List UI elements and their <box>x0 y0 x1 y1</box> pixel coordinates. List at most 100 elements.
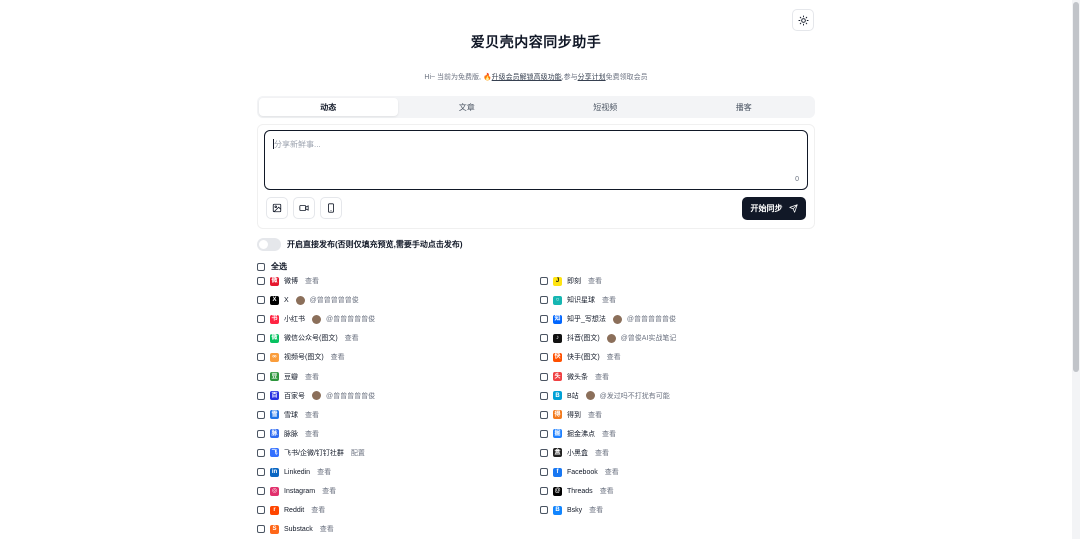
direct-publish-label: 开启直接发布(否则仅填充预览,需要手动点击发布) <box>287 240 463 249</box>
platform-action-link[interactable]: 查看 <box>602 429 616 439</box>
platform-row[interactable]: 掘掘金沸点 查看 <box>540 428 616 440</box>
platform-row[interactable]: 知知乎_写想法 @曾曾曾曾曾俊 <box>540 313 676 325</box>
douban-icon: 豆 <box>270 372 279 381</box>
platform-row[interactable]: S Substack 查看 <box>257 523 334 535</box>
avatar <box>606 333 616 343</box>
platform-checkbox[interactable] <box>257 296 265 305</box>
platform-row[interactable]: ◎ Instagram 查看 <box>257 485 336 497</box>
platform-action-link[interactable]: 查看 <box>331 352 345 362</box>
add-video-button[interactable] <box>293 197 315 219</box>
platform-checkbox[interactable] <box>257 468 265 476</box>
platform-name: 微博 <box>284 278 298 285</box>
platform-checkbox[interactable] <box>540 391 548 400</box>
platform-row[interactable]: 微微博 查看 <box>257 275 319 287</box>
platform-row[interactable]: 得得到 查看 <box>540 409 602 421</box>
char-count: 0 <box>795 176 799 183</box>
platform-action-link[interactable]: 查看 <box>607 352 621 362</box>
tab-short-video[interactable]: 短视频 <box>536 98 675 116</box>
platform-action-link[interactable]: 查看 <box>305 276 319 286</box>
platform-checkbox[interactable] <box>257 315 265 324</box>
platform-action-link[interactable]: 查看 <box>595 372 609 382</box>
platform-action-link[interactable]: 配置 <box>351 448 365 458</box>
platform-checkbox[interactable] <box>540 468 548 476</box>
platform-action-link[interactable]: 查看 <box>311 505 325 515</box>
platform-row[interactable]: f Facebook 查看 <box>540 466 619 478</box>
zsxq-icon: ○ <box>553 295 562 305</box>
platform-action-link[interactable]: 查看 <box>605 467 619 477</box>
platform-action-link[interactable]: 查看 <box>588 276 602 286</box>
platform-checkbox[interactable] <box>540 410 548 419</box>
platform-action-link[interactable]: 查看 <box>345 333 359 343</box>
platform-checkbox[interactable] <box>540 372 548 381</box>
tab-dynamic[interactable]: 动态 <box>259 98 398 116</box>
platform-checkbox[interactable] <box>540 429 548 438</box>
platform-row[interactable]: in Linkedin 查看 <box>257 466 331 478</box>
start-sync-button[interactable]: 开始同步 <box>742 197 806 220</box>
platform-checkbox[interactable] <box>257 525 265 534</box>
platform-action-link[interactable]: 查看 <box>588 410 602 420</box>
platform-action-link[interactable]: 查看 <box>305 410 319 420</box>
platform-action-link[interactable]: 查看 <box>322 486 336 496</box>
tab-article[interactable]: 文章 <box>398 98 537 116</box>
platform-checkbox[interactable] <box>257 391 265 400</box>
platform-checkbox[interactable] <box>257 353 265 362</box>
platform-row[interactable]: 飞飞书/企微/钉钉社群 配置 <box>257 447 365 459</box>
share-plan-link[interactable]: 分享计划 <box>578 74 606 81</box>
platform-row[interactable]: X X @曾曾曾曾曾俊 <box>257 294 359 306</box>
platform-action-link[interactable]: 查看 <box>589 505 603 515</box>
platform-row[interactable]: B Bsky 查看 <box>540 504 603 516</box>
platform-row[interactable]: 百百家号 @曾曾曾曾曾俊 <box>257 390 375 402</box>
platform-checkbox[interactable] <box>257 487 265 496</box>
upgrade-link[interactable]: 升级会员解锁高级功能 <box>492 74 562 81</box>
platform-row[interactable]: 脉脉脉 查看 <box>257 428 319 440</box>
platform-row[interactable]: @ Threads 查看 <box>540 485 614 497</box>
platform-row[interactable]: J 即刻 查看 <box>540 275 602 287</box>
platform-checkbox[interactable] <box>540 296 548 305</box>
platform-checkbox[interactable] <box>540 334 548 343</box>
platform-checkbox[interactable] <box>257 429 265 438</box>
platform-checkbox[interactable] <box>257 277 265 285</box>
platform-row[interactable]: 微微信公众号(图文) 查看 <box>257 332 359 344</box>
platform-row[interactable]: 书小红书 @曾曾曾曾曾俊 <box>257 313 375 325</box>
platform-action-link[interactable]: 查看 <box>305 429 319 439</box>
platform-checkbox[interactable] <box>257 372 265 381</box>
platform-checkbox[interactable] <box>257 410 265 419</box>
select-all-checkbox[interactable] <box>257 262 265 271</box>
platform-row[interactable]: ♪ 抖音(图文) @曾俊AI实战笔记 <box>540 332 676 344</box>
platform-row[interactable]: ∞ 视频号(图文) 查看 <box>257 351 345 363</box>
platform-action-link[interactable]: 查看 <box>595 448 609 458</box>
platform-action-link[interactable]: 查看 <box>317 467 331 477</box>
scrollbar[interactable] <box>1072 0 1080 539</box>
post-textarea[interactable]: 分享新鲜事... 0 <box>264 130 808 190</box>
platform-checkbox[interactable] <box>540 448 548 457</box>
direct-publish-toggle[interactable] <box>257 238 281 251</box>
platform-action-link[interactable]: 查看 <box>600 486 614 496</box>
platform-checkbox[interactable] <box>257 506 265 515</box>
platform-checkbox[interactable] <box>540 506 548 515</box>
platform-row[interactable]: 快快手(图文) 查看 <box>540 351 621 363</box>
select-all-row: 全选 <box>257 261 287 272</box>
platform-row[interactable]: ○ 知识星球 查看 <box>540 294 616 306</box>
platform-action-link[interactable]: 查看 <box>602 295 616 305</box>
tab-podcast[interactable]: 播客 <box>675 98 814 116</box>
platform-checkbox[interactable] <box>257 448 265 457</box>
theme-toggle-button[interactable] <box>792 9 814 31</box>
platform-checkbox[interactable] <box>540 277 548 285</box>
platform-name: Bsky <box>567 506 583 514</box>
platform-row[interactable]: B B站 @发过吗不打扰有可能 <box>540 390 670 402</box>
platform-row[interactable]: 豆豆瓣 查看 <box>257 371 319 383</box>
platform-checkbox[interactable] <box>540 315 548 324</box>
platform-checkbox[interactable] <box>257 334 265 343</box>
add-image-button[interactable] <box>266 197 288 219</box>
platform-checkbox[interactable] <box>540 487 548 496</box>
platform-row[interactable]: r Reddit 查看 <box>257 504 325 516</box>
platform-action-link[interactable]: 查看 <box>305 372 319 382</box>
notice-mid: ,参与 <box>561 74 578 81</box>
platform-row[interactable]: 头微头条 查看 <box>540 371 609 383</box>
scrollbar-thumb[interactable] <box>1073 2 1079 372</box>
platform-row[interactable]: 雪雪球 查看 <box>257 409 319 421</box>
mobile-preview-button[interactable] <box>320 197 342 219</box>
platform-row[interactable]: 盒小黑盒 查看 <box>540 447 609 459</box>
platform-checkbox[interactable] <box>540 353 548 362</box>
platform-action-link[interactable]: 查看 <box>320 524 334 534</box>
